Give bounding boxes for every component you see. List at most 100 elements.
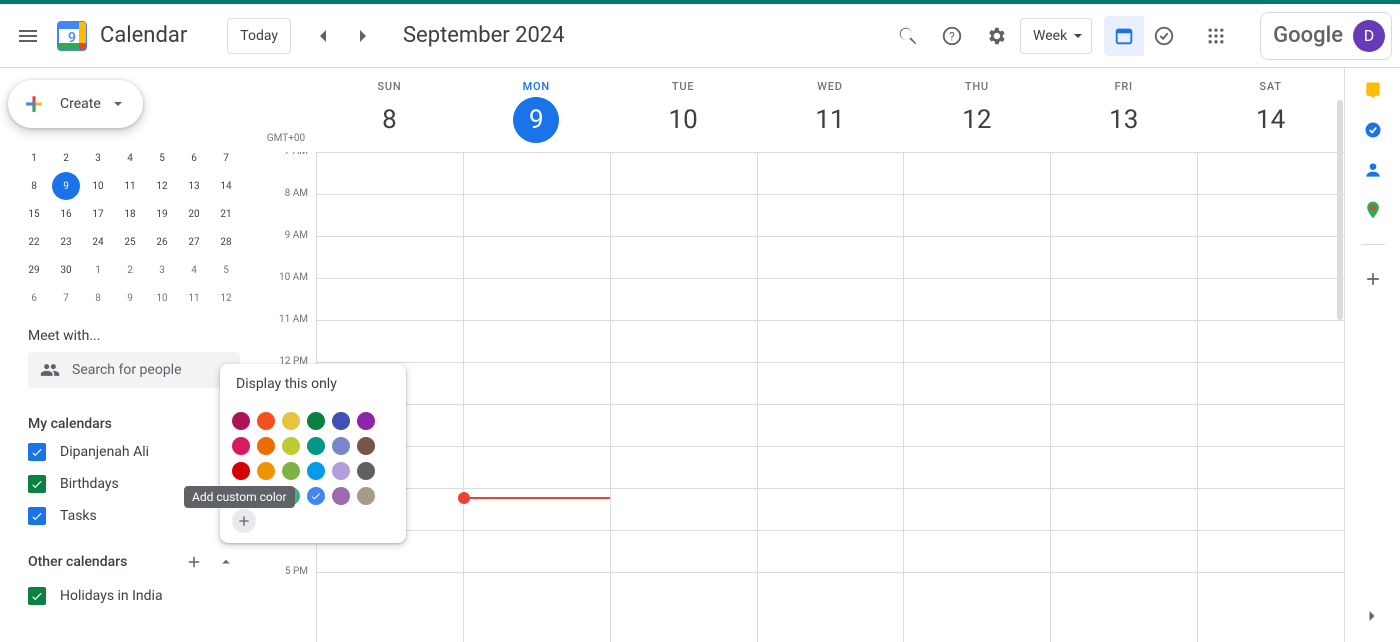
mini-cal-day[interactable]: 27 (180, 228, 208, 256)
mini-cal-day[interactable]: 14 (212, 172, 240, 200)
color-swatch[interactable] (232, 462, 250, 480)
mini-cal-day[interactable]: 1 (84, 256, 112, 284)
day-header[interactable]: SAT14 (1197, 68, 1344, 152)
mini-cal-day[interactable]: 9 (116, 284, 144, 312)
mini-cal-day[interactable]: 2 (52, 144, 80, 172)
mini-cal-day[interactable]: 10 (84, 172, 112, 200)
color-swatch[interactable] (282, 462, 300, 480)
mini-cal-day[interactable]: 11 (116, 172, 144, 200)
display-only-button[interactable]: Display this only (220, 364, 406, 404)
mini-cal-day[interactable]: 16 (52, 200, 80, 228)
color-swatch[interactable] (307, 412, 325, 430)
calendar-list-item[interactable]: Dipanjenah Ali (28, 436, 240, 468)
mini-cal-day[interactable]: 5 (148, 144, 176, 172)
mini-cal-day[interactable]: 23 (52, 228, 80, 256)
mini-cal-day[interactable]: 3 (84, 144, 112, 172)
calendar-checkbox[interactable] (28, 587, 46, 605)
day-number[interactable]: 8 (366, 97, 412, 143)
color-swatch[interactable] (332, 487, 350, 505)
calendar-list-item[interactable]: Holidays in India (28, 580, 240, 612)
day-header[interactable]: THU12 (903, 68, 1050, 152)
mini-cal-day[interactable]: 8 (20, 172, 48, 200)
settings-button[interactable] (976, 16, 1016, 56)
mini-cal-day[interactable]: 4 (116, 144, 144, 172)
mini-cal-day[interactable]: 18 (116, 200, 144, 228)
mini-cal-day[interactable]: 10 (148, 284, 176, 312)
mini-cal-day[interactable]: 22 (20, 228, 48, 256)
mini-cal-day[interactable]: 12 (148, 172, 176, 200)
add-calendar-button[interactable] (180, 548, 208, 576)
mini-cal-day[interactable]: 11 (180, 284, 208, 312)
menu-button[interactable] (8, 16, 48, 56)
mini-cal-day[interactable]: 26 (148, 228, 176, 256)
calendar-checkbox[interactable] (28, 475, 46, 493)
day-column[interactable] (610, 152, 757, 642)
scrollbar[interactable] (1337, 100, 1343, 320)
day-column[interactable] (757, 152, 904, 642)
search-button[interactable] (888, 16, 928, 56)
create-button[interactable]: Create (8, 80, 143, 128)
apps-button[interactable] (1196, 16, 1236, 56)
help-button[interactable]: ? (932, 16, 972, 56)
today-button[interactable]: Today (227, 18, 291, 54)
avatar[interactable]: D (1353, 20, 1385, 52)
color-swatch[interactable] (357, 462, 375, 480)
day-header[interactable]: SUN8 (316, 68, 463, 152)
day-number[interactable]: 13 (1101, 97, 1147, 143)
add-addon-button[interactable] (1363, 269, 1383, 289)
date-range-title[interactable]: September 2024 (403, 23, 565, 48)
color-swatch[interactable] (257, 462, 275, 480)
color-swatch[interactable] (307, 487, 325, 505)
mini-cal-day[interactable]: 5 (212, 256, 240, 284)
color-swatch[interactable] (332, 462, 350, 480)
collapse-other-button[interactable] (212, 548, 240, 576)
mini-cal-day[interactable]: 24 (84, 228, 112, 256)
color-swatch[interactable] (232, 437, 250, 455)
next-week-button[interactable] (343, 16, 383, 56)
color-swatch[interactable] (307, 462, 325, 480)
mini-cal-day[interactable]: 17 (84, 200, 112, 228)
color-swatch[interactable] (332, 412, 350, 430)
keep-button[interactable] (1363, 80, 1383, 100)
mini-cal-day[interactable]: 3 (148, 256, 176, 284)
mini-cal-day[interactable]: 6 (180, 144, 208, 172)
mini-cal-day[interactable]: 9 (52, 172, 80, 200)
mini-cal-day[interactable]: 8 (84, 284, 112, 312)
rail-tasks-button[interactable] (1363, 120, 1383, 140)
mini-cal-day[interactable]: 30 (52, 256, 80, 284)
color-swatch[interactable] (357, 437, 375, 455)
maps-button[interactable] (1363, 200, 1383, 220)
mini-cal-day[interactable]: 25 (116, 228, 144, 256)
day-number[interactable]: 12 (954, 97, 1000, 143)
hide-panel-button[interactable] (1362, 606, 1382, 630)
mini-cal-day[interactable]: 7 (52, 284, 80, 312)
mini-cal-day[interactable]: 6 (20, 284, 48, 312)
color-swatch[interactable] (282, 437, 300, 455)
calendar-view-button[interactable] (1104, 16, 1144, 56)
day-column[interactable] (1197, 152, 1344, 642)
mini-calendar[interactable]: 1234567891011121314151617181920212223242… (8, 144, 256, 312)
day-header[interactable]: MON9 (463, 68, 610, 152)
mini-cal-day[interactable]: 12 (212, 284, 240, 312)
day-number[interactable]: 14 (1248, 97, 1294, 143)
search-people-input[interactable]: Search for people (28, 352, 240, 388)
calendar-checkbox[interactable] (28, 507, 46, 525)
day-column[interactable] (1050, 152, 1197, 642)
color-swatch[interactable] (232, 412, 250, 430)
color-swatch[interactable] (357, 487, 375, 505)
day-number[interactable]: 10 (660, 97, 706, 143)
mini-cal-day[interactable]: 4 (180, 256, 208, 284)
mini-cal-day[interactable]: 19 (148, 200, 176, 228)
mini-cal-day[interactable]: 13 (180, 172, 208, 200)
mini-cal-day[interactable]: 21 (212, 200, 240, 228)
my-calendars-header[interactable]: My calendars (28, 416, 112, 432)
mini-cal-day[interactable]: 28 (212, 228, 240, 256)
color-swatch[interactable] (282, 412, 300, 430)
tasks-view-button[interactable] (1144, 16, 1184, 56)
mini-cal-day[interactable]: 15 (20, 200, 48, 228)
mini-cal-day[interactable]: 7 (212, 144, 240, 172)
day-header[interactable]: WED11 (757, 68, 904, 152)
day-column[interactable] (903, 152, 1050, 642)
account-widget[interactable]: Google D (1260, 12, 1392, 60)
day-number[interactable]: 9 (513, 97, 559, 143)
